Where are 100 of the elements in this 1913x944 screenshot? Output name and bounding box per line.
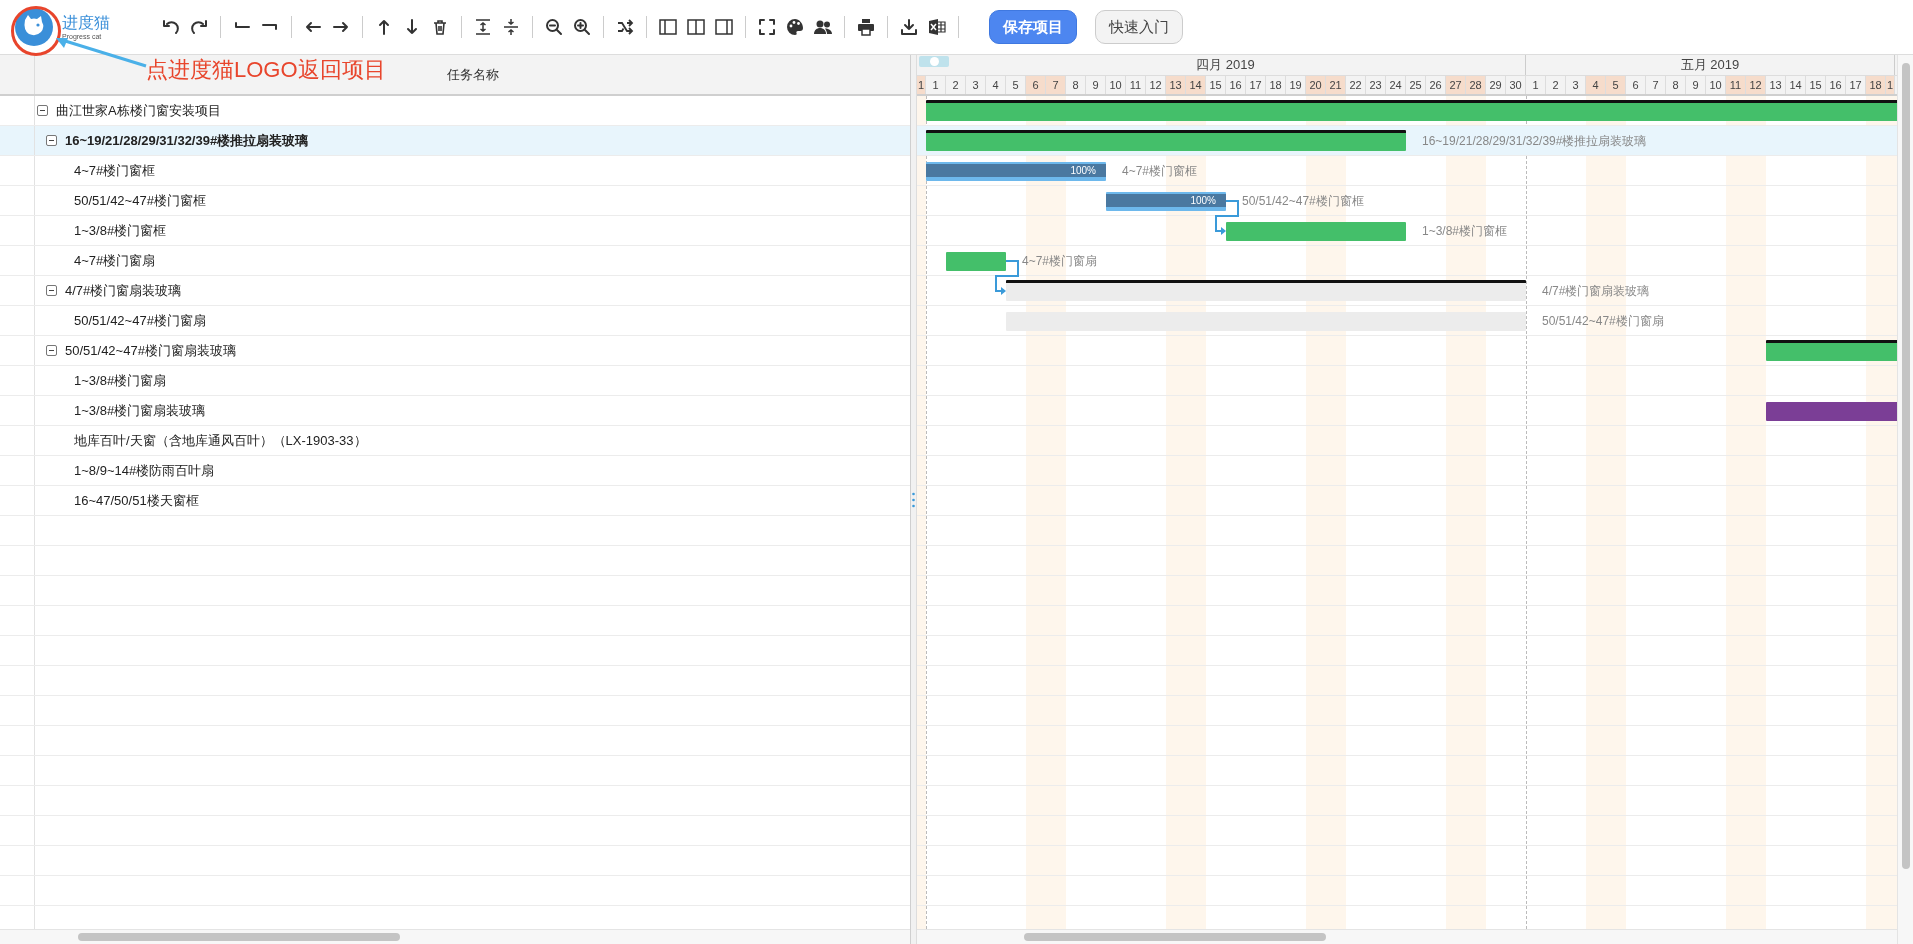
task-name: 50/51/42~47#楼门窗框 [74,191,206,210]
link-arrow[interactable] [995,260,1019,295]
collapse-icon[interactable] [46,285,57,296]
day-cell: 1 [1526,76,1546,94]
print-icon[interactable] [856,17,876,37]
task-row[interactable]: 1~3/8#楼门窗扇 [0,366,910,396]
zoom-out-icon[interactable] [544,17,564,37]
task-row[interactable]: 4/7#楼门窗扇装玻璃 [0,276,910,306]
task-name: 4~7#楼门窗框 [74,161,156,180]
day-cell: 28 [1466,76,1486,94]
bar-label: 4/7#楼门窗扇装玻璃 [1542,283,1650,300]
slider-thumb[interactable] [929,57,939,66]
spreadsheet-icon[interactable] [927,17,947,37]
day-cell: 1 [926,76,946,94]
day-cell: 22 [1346,76,1366,94]
day-cell: 20 [1306,76,1326,94]
scrollbar-thumb[interactable] [1024,933,1326,941]
day-cell: 25 [1406,76,1426,94]
task-name: 1~3/8#楼门窗扇装玻璃 [74,401,206,420]
day-cell: 15 [1206,76,1226,94]
collapse-rows-icon[interactable] [501,17,521,37]
collapse-icon[interactable] [46,135,57,146]
bar-label: 50/51/42~47#楼门窗扇 [1542,313,1664,330]
day-cell: 14 [1186,76,1206,94]
day-cell: 2 [946,76,966,94]
day-cell: 2 [1546,76,1566,94]
summary-bar[interactable] [926,100,1897,121]
day-cell: 9 [1686,76,1706,94]
bar-label: 4~7#楼门窗框 [1122,163,1198,180]
column-header[interactable]: 任务名称 [446,65,499,84]
resize-handle-icon[interactable] [912,491,915,508]
day-cell: 16 [1826,76,1846,94]
collapse-icon[interactable] [37,105,48,116]
task-row[interactable]: 16~19/21/28/29/31/32/39#楼推拉扇装玻璃 [0,126,910,156]
redo-icon[interactable] [189,17,209,37]
task-row[interactable]: 50/51/42~47#楼门窗扇 [0,306,910,336]
summary-bar[interactable] [1006,280,1526,301]
day-cell: 4 [1586,76,1606,94]
task-row[interactable]: 1~8/9~14#楼防雨百叶扇 [0,456,910,486]
scrollbar-thumb[interactable] [1901,63,1910,869]
task-row[interactable]: 4~7#楼门窗框 [0,156,910,186]
day-cell: 4 [986,76,1006,94]
scrollbar-thumb[interactable] [78,933,400,941]
fullscreen-icon[interactable] [757,17,777,37]
day-cell: 15 [1806,76,1826,94]
annotation-text: 点进度猫LOGO返回项目 [146,56,386,84]
task-row[interactable]: 地库百叶/天窗（含地库通风百叶）（LX-1903-33） [0,426,910,456]
percent-label: 100% [1190,194,1216,207]
day-cell: 5 [1606,76,1626,94]
toolbar-button[interactable]: 快速入门 [1095,10,1183,44]
panel-right-icon[interactable] [714,17,734,37]
day-cell: 14 [1786,76,1806,94]
panel-left-icon[interactable] [658,17,678,37]
day-cell: 11 [1726,76,1746,94]
day-cell: 18 [1266,76,1286,94]
task-row[interactable]: 4~7#楼门窗扇 [0,246,910,276]
summary-bar[interactable] [926,130,1406,151]
task-name: 16~47/50/51楼天窗框 [74,491,199,510]
task-row[interactable]: 1~3/8#楼门窗扇装玻璃 [0,396,910,426]
task-row[interactable]: 50/51/42~47#楼门窗框 [0,186,910,216]
palette-icon[interactable] [785,17,805,37]
day-cell: 6 [1626,76,1646,94]
day-cell: 11 [1126,76,1146,94]
day-cell: 6 [1026,76,1046,94]
percent-label: 100% [1070,164,1096,177]
expand-rows-icon[interactable] [473,17,493,37]
day-cell: 21 [1326,76,1346,94]
task-row[interactable]: 16~47/50/51楼天窗框 [0,486,910,516]
task-name: 4~7#楼门窗扇 [74,251,156,270]
day-cell: 16 [1226,76,1246,94]
summary-bar[interactable] [1766,340,1897,361]
day-cell: 24 [1386,76,1406,94]
shuffle-icon[interactable] [615,17,635,37]
day-cell: 9 [1086,76,1106,94]
task-row[interactable]: 1~3/8#楼门窗框 [0,216,910,246]
day-cell: 1 [1886,76,1895,94]
zoom-in-icon[interactable] [572,17,592,37]
task-row[interactable]: 50/51/42~47#楼门窗扇装玻璃 [0,336,910,366]
task-name: 50/51/42~47#楼门窗扇装玻璃 [65,341,236,360]
undo-icon[interactable] [161,17,181,37]
bar-label: 4~7#楼门窗扇 [1022,253,1098,270]
day-cell: 1 [917,76,926,94]
logo-text[interactable]: 进度猫 [62,13,110,32]
collapse-icon[interactable] [46,345,57,356]
logo-icon[interactable] [14,7,54,47]
progress-bar[interactable]: 100% [1106,192,1226,211]
day-cell: 17 [1246,76,1266,94]
panel-split-icon[interactable] [686,17,706,37]
toolbar-button[interactable]: 保存项目 [989,10,1077,44]
day-cell: 23 [1366,76,1386,94]
progress-bar[interactable]: 100% [926,162,1106,181]
day-cell: 13 [1766,76,1786,94]
task-name: 1~3/8#楼门窗扇 [74,371,167,390]
zoom-slider[interactable] [919,56,949,67]
day-cell: 3 [966,76,986,94]
task-name: 1~3/8#楼门窗框 [74,221,167,240]
day-cell: 18 [1866,76,1886,94]
download-icon[interactable] [899,17,919,37]
day-cell: 7 [1046,76,1066,94]
task-name: 50/51/42~47#楼门窗扇 [74,311,206,330]
